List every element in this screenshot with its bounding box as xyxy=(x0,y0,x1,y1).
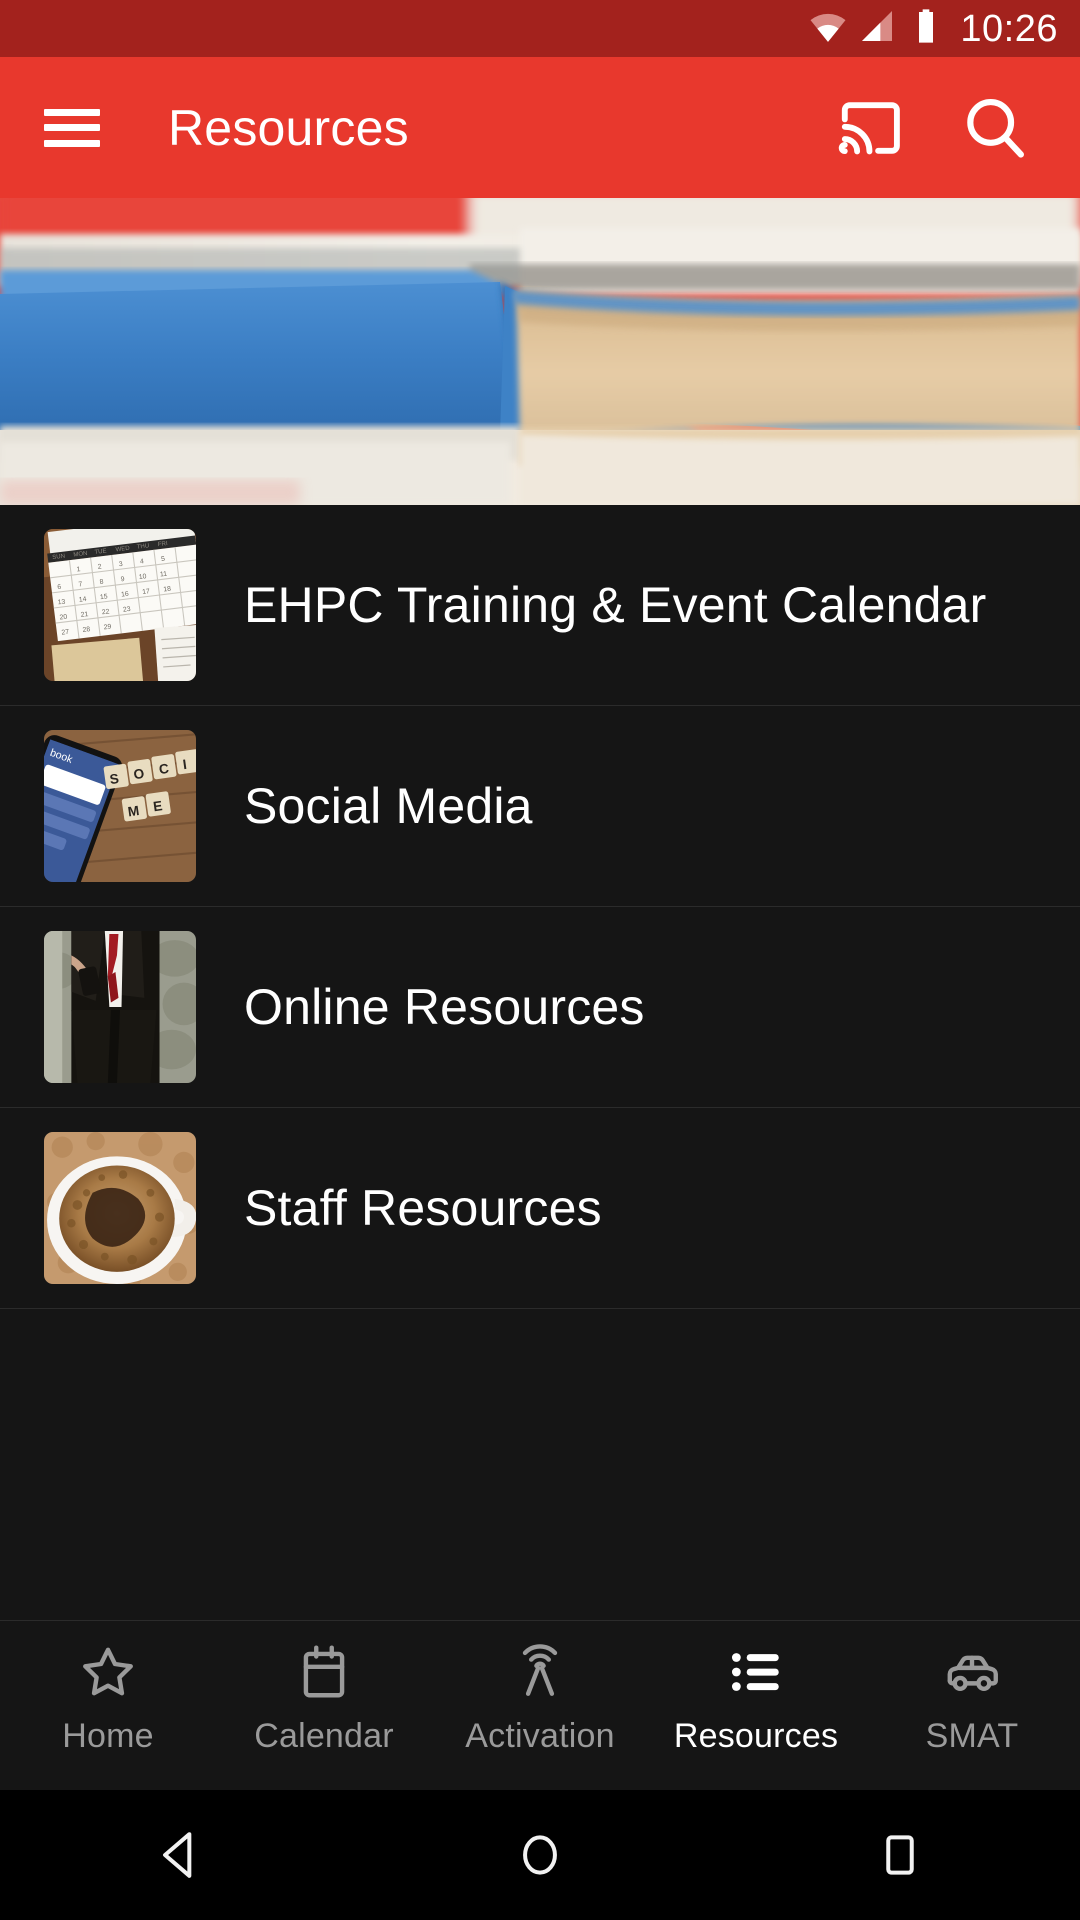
nav-tab-smat[interactable]: SMAT xyxy=(864,1621,1080,1756)
star-icon xyxy=(77,1639,139,1705)
list-icon xyxy=(725,1639,787,1705)
svg-text:17: 17 xyxy=(142,588,151,596)
status-bar-icons xyxy=(808,6,946,51)
list-item-label: Staff Resources xyxy=(244,1180,602,1236)
nav-tab-activation[interactable]: Activation xyxy=(432,1621,648,1756)
svg-text:18: 18 xyxy=(163,586,172,594)
svg-text:14: 14 xyxy=(79,596,88,604)
car-icon xyxy=(941,1639,1003,1705)
back-triangle-icon[interactable] xyxy=(120,1795,240,1915)
search-icon[interactable] xyxy=(958,91,1032,165)
status-bar-time: 10:26 xyxy=(960,7,1058,50)
app-bar-actions xyxy=(834,91,1080,165)
cellular-signal-icon xyxy=(857,6,897,51)
nav-tab-resources[interactable]: Resources xyxy=(648,1621,864,1756)
battery-icon xyxy=(906,6,946,51)
svg-text:O: O xyxy=(133,766,146,782)
svg-text:13: 13 xyxy=(57,598,66,606)
svg-text:FRI: FRI xyxy=(157,540,168,548)
app-bar: Resources xyxy=(0,57,1080,198)
hero-image xyxy=(0,198,1080,505)
svg-text:TUE: TUE xyxy=(94,548,107,556)
list-item[interactable]: Online Resources xyxy=(0,907,1080,1108)
page-title: Resources xyxy=(168,99,409,156)
svg-text:29: 29 xyxy=(103,623,112,631)
svg-text:20: 20 xyxy=(59,614,68,622)
nav-tab-label: Calendar xyxy=(254,1717,394,1755)
nav-tab-calendar[interactable]: Calendar xyxy=(216,1621,432,1756)
list-item-label: Social Media xyxy=(244,778,533,834)
nav-tab-label: Activation xyxy=(465,1717,615,1755)
bottom-navigation-bar: Home Calendar Activation Resources SMAT xyxy=(0,1620,1080,1790)
phone-screen: 10:26 Resources SUN MON TUE WED THU FRI … xyxy=(0,0,1080,1920)
phone-scrabble-tiles-thumbnail: book S O C I M E xyxy=(44,730,196,882)
nav-tab-label: Resources xyxy=(673,1717,839,1755)
svg-text:10: 10 xyxy=(139,573,148,581)
list-item[interactable]: SUN MON TUE WED THU FRI 123 45 678 9 10 11 13 1… xyxy=(0,505,1080,706)
list-item-label: Online Resources xyxy=(244,979,645,1035)
svg-text:22: 22 xyxy=(102,608,111,616)
home-circle-icon[interactable] xyxy=(480,1795,600,1915)
svg-text:M: M xyxy=(127,803,140,819)
svg-text:16: 16 xyxy=(121,591,130,599)
recents-square-icon[interactable] xyxy=(840,1795,960,1915)
wifi-icon xyxy=(808,6,848,51)
calendar-clipboard-thumbnail: SUN MON TUE WED THU FRI 123 45 678 9 10 11 13 1… xyxy=(44,529,196,681)
hamburger-menu-icon[interactable] xyxy=(44,108,100,147)
list-item[interactable]: book S O C I M E Social Media xyxy=(0,706,1080,907)
android-system-nav xyxy=(0,1790,1080,1920)
svg-text:23: 23 xyxy=(123,606,132,614)
svg-text:THU: THU xyxy=(136,542,149,550)
svg-text:C: C xyxy=(158,761,170,777)
svg-text:15: 15 xyxy=(100,593,109,601)
calendar-icon xyxy=(293,1639,355,1705)
man-in-suit-with-phone-thumbnail xyxy=(44,931,196,1083)
svg-text:21: 21 xyxy=(80,611,89,619)
broadcast-tower-icon xyxy=(509,1639,571,1705)
svg-text:S: S xyxy=(109,771,120,787)
cast-icon[interactable] xyxy=(834,91,908,165)
svg-text:27: 27 xyxy=(61,629,70,637)
nav-tab-label: SMAT xyxy=(925,1717,1019,1755)
svg-text:E: E xyxy=(152,798,163,814)
list-item-label: EHPC Training & Event Calendar xyxy=(244,577,987,633)
coffee-cup-thumbnail xyxy=(44,1132,196,1284)
nav-tab-home[interactable]: Home xyxy=(0,1621,216,1756)
status-bar: 10:26 xyxy=(0,0,1080,57)
svg-text:28: 28 xyxy=(82,626,91,634)
list-item[interactable]: Staff Resources xyxy=(0,1108,1080,1309)
nav-tab-label: Home xyxy=(62,1717,154,1755)
svg-text:11: 11 xyxy=(160,571,168,579)
resources-list: SUN MON TUE WED THU FRI 123 45 678 9 10 11 13 1… xyxy=(0,505,1080,1620)
